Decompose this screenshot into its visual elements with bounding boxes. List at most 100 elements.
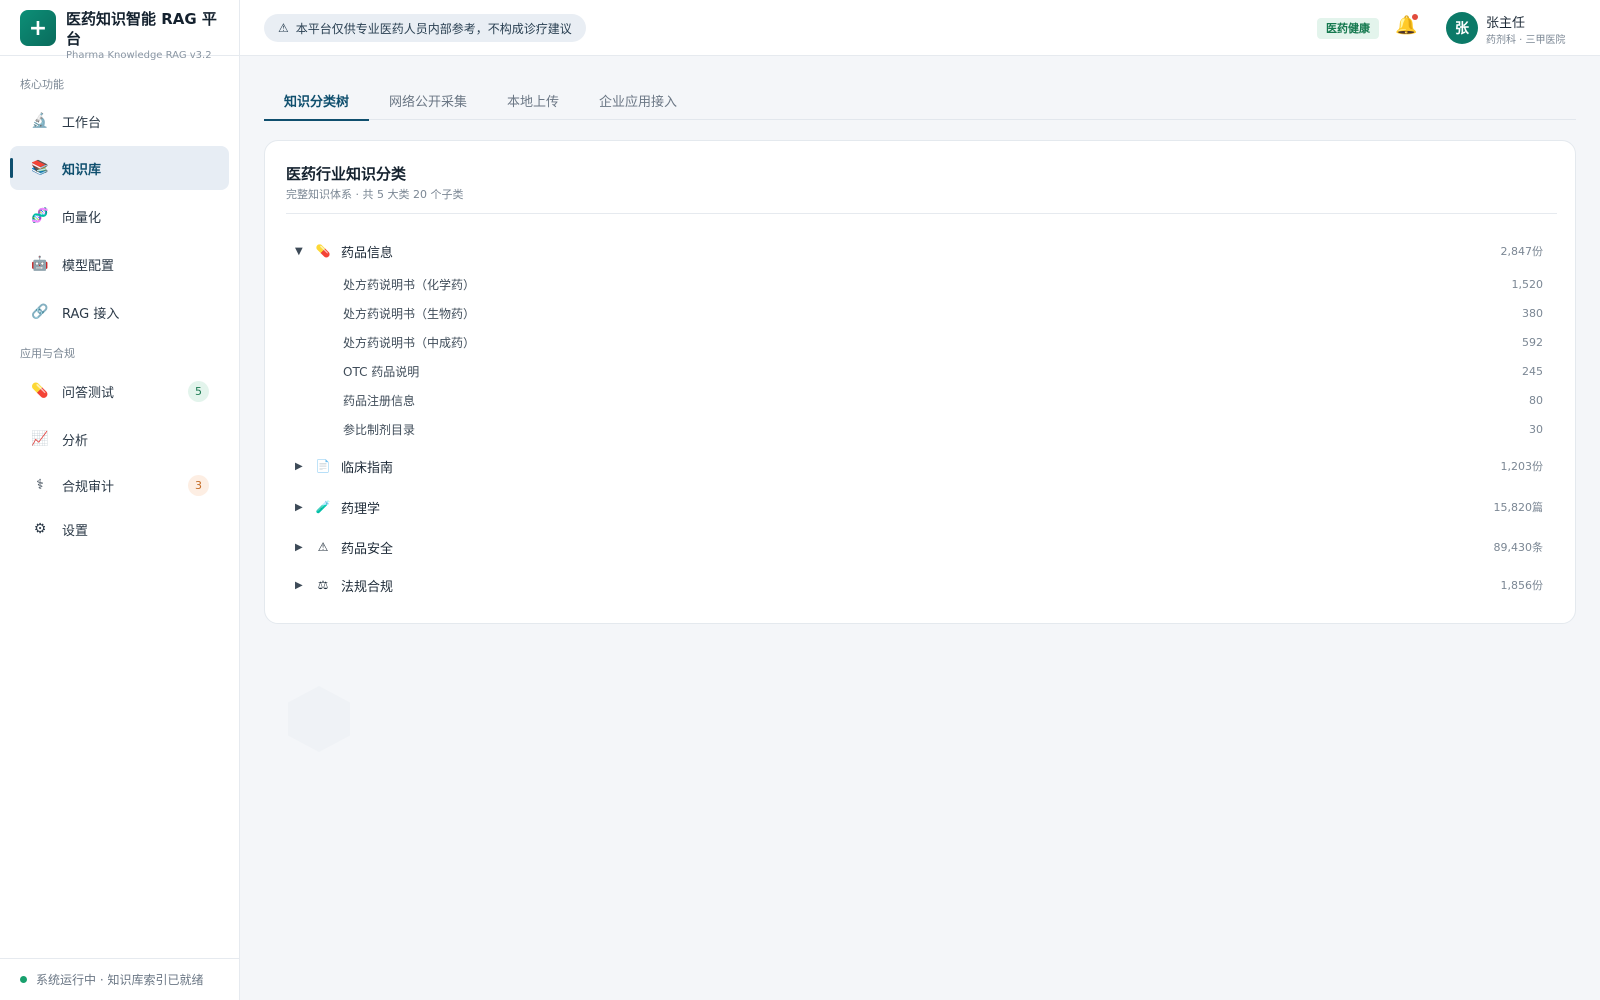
gear-icon: ⚙ xyxy=(33,521,47,537)
tree-node-count: 15,820篇 xyxy=(1493,501,1544,514)
chevron-right-icon[interactable]: ▶ xyxy=(295,461,309,472)
tree-node-count: 1,856份 xyxy=(1500,579,1544,592)
tree-node-clinical-guidelines[interactable]: ▶ 📄 临床指南 1,203份 xyxy=(295,453,1543,479)
sidebar-item-workbench[interactable]: 🔬 工作台 xyxy=(10,99,229,143)
sidebar-item-rag-access[interactable]: 🔗 RAG 接入 xyxy=(10,290,229,334)
system-status-text: 系统运行中 · 知识库索引已就绪 xyxy=(36,973,204,987)
tab-category-tree[interactable]: 知识分类树 xyxy=(264,80,370,121)
chart-icon: 📈 xyxy=(31,431,49,447)
tree-leaf-label: 药品注册信息 xyxy=(343,393,416,408)
tree-leaf[interactable]: OTC 药品说明 245 xyxy=(343,360,1543,382)
sidebar-item-analytics[interactable]: 📈 分析 xyxy=(10,417,229,461)
dna-icon: 🧬 xyxy=(31,208,49,224)
tree-leaf-label: OTC 药品说明 xyxy=(343,364,420,379)
pill-icon: 💊 xyxy=(31,383,49,399)
app-title: 医药知识智能 RAG 平台 xyxy=(66,10,217,48)
sidebar-item-label: 分析 xyxy=(62,433,89,449)
tree-node-label: 临床指南 xyxy=(341,460,394,476)
notification-dot xyxy=(1412,14,1418,20)
microscope-icon: 🔬 xyxy=(31,113,49,129)
sidebar: + 医药知识智能 RAG 平台 Pharma Knowledge RAG v3.… xyxy=(0,0,240,1000)
divider xyxy=(286,213,1557,214)
chevron-right-icon[interactable]: ▶ xyxy=(295,502,309,513)
nav-section-apps: 应用与合规 xyxy=(20,347,75,360)
tree-node-count: 2,847份 xyxy=(1500,245,1544,258)
sidebar-item-label: 工作台 xyxy=(62,115,102,131)
books-icon: 📚 xyxy=(31,160,49,176)
test-tube-icon: 🧪 xyxy=(315,500,331,514)
avatar[interactable]: 张 xyxy=(1446,12,1478,44)
tree-node-count: 89,430条 xyxy=(1493,541,1544,554)
chevron-right-icon[interactable]: ▶ xyxy=(295,580,309,591)
tree-node-drug-safety[interactable]: ▶ ⚠ 药品安全 89,430条 xyxy=(295,534,1543,560)
tab-web-crawl[interactable]: 网络公开采集 xyxy=(369,80,487,120)
robot-icon: 🤖 xyxy=(31,256,49,272)
tree-leaf-count: 380 xyxy=(1522,306,1543,320)
brand-logo-icon[interactable]: + xyxy=(20,10,56,46)
tree-node-label: 法规合规 xyxy=(341,579,394,595)
disclaimer-text: 本平台仅供专业医药人员内部参考，不构成诊疗建议 xyxy=(295,21,572,36)
sidebar-item-qa-test[interactable]: 💊 问答测试 5 xyxy=(10,369,229,413)
warning-icon: ⚠ xyxy=(317,540,329,554)
tree-leaf[interactable]: 药品注册信息 80 xyxy=(343,389,1543,411)
industry-tag: 医药健康 xyxy=(1317,18,1379,39)
tree-leaf-label: 处方药说明书（中成药） xyxy=(343,335,476,350)
app-subtitle: Pharma Knowledge RAG v3.2 xyxy=(66,50,212,61)
caduceus-icon: ⚕ xyxy=(36,477,44,493)
sidebar-item-vectorization[interactable]: 🧬 向量化 xyxy=(10,194,229,238)
sidebar-item-label: 问答测试 xyxy=(62,385,115,401)
tab-enterprise-integration[interactable]: 企业应用接入 xyxy=(579,80,697,120)
top-header: ⚠ 本平台仅供专业医药人员内部参考，不构成诊疗建议 医药健康 🔔 张 张主任 药… xyxy=(240,0,1600,56)
sidebar-item-label: 知识库 xyxy=(62,162,102,178)
status-dot-icon xyxy=(20,976,27,983)
bell-icon[interactable]: 🔔 xyxy=(1395,14,1419,39)
warning-icon: ⚠ xyxy=(278,21,289,35)
tree-node-label: 药品安全 xyxy=(341,541,394,557)
tree-leaf[interactable]: 处方药说明书（化学药） 1,520 xyxy=(343,273,1543,295)
scales-icon: ⚖ xyxy=(317,578,329,592)
tree-node-count: 1,203份 xyxy=(1500,460,1544,473)
tree-leaf-count: 592 xyxy=(1522,335,1543,349)
link-icon: 🔗 xyxy=(31,304,49,320)
chevron-down-icon[interactable]: ▼ xyxy=(295,246,309,257)
sidebar-item-knowledge-base[interactable]: 📚 知识库 xyxy=(10,146,229,190)
sidebar-item-label: 设置 xyxy=(62,523,89,539)
sidebar-item-settings[interactable]: ⚙ 设置 xyxy=(10,507,229,551)
tree-leaf-count: 30 xyxy=(1529,422,1543,436)
tree-node-regulatory-compliance[interactable]: ▶ ⚖ 法规合规 1,856份 xyxy=(295,572,1543,598)
tree-node-label: 药品信息 xyxy=(341,245,394,261)
tree-leaf[interactable]: 处方药说明书（生物药） 380 xyxy=(343,302,1543,324)
qa-test-count-badge: 5 xyxy=(188,381,209,402)
system-status: 系统运行中 · 知识库索引已就绪 xyxy=(0,958,239,1000)
knowledge-tabs: 知识分类树 网络公开采集 本地上传 企业应用接入 xyxy=(264,80,1576,121)
sidebar-item-label: 向量化 xyxy=(62,210,102,226)
user-name[interactable]: 张主任 xyxy=(1486,12,1525,31)
tree-node-pharmacology[interactable]: ▶ 🧪 药理学 15,820篇 xyxy=(295,494,1543,520)
tree-leaf-label: 处方药说明书（化学药） xyxy=(343,277,476,292)
brand: + 医药知识智能 RAG 平台 Pharma Knowledge RAG v3.… xyxy=(0,0,239,61)
document-icon: 📄 xyxy=(315,459,331,473)
card-title: 医药行业知识分类 xyxy=(286,165,407,183)
tree-leaf-count: 1,520 xyxy=(1511,277,1544,291)
pill-icon: 💊 xyxy=(315,244,331,258)
tree-leaf-count: 80 xyxy=(1529,393,1543,407)
chevron-right-icon[interactable]: ▶ xyxy=(295,542,309,553)
sidebar-item-label: 模型配置 xyxy=(62,258,115,274)
tree-leaf[interactable]: 参比制剂目录 30 xyxy=(343,418,1543,440)
compliance-audit-count-badge: 3 xyxy=(188,475,209,496)
tree-node-drug-info[interactable]: ▼ 💊 药品信息 2,847份 xyxy=(295,238,1543,264)
sidebar-item-model-config[interactable]: 🤖 模型配置 xyxy=(10,242,229,286)
sidebar-item-label: RAG 接入 xyxy=(62,306,120,322)
disclaimer-notice: ⚠ 本平台仅供专业医药人员内部参考，不构成诊疗建议 xyxy=(264,14,586,42)
tree-node-label: 药理学 xyxy=(341,501,381,517)
category-tree-card: 医药行业知识分类 完整知识体系 · 共 5 大类 20 个子类 ▼ 💊 药品信息… xyxy=(264,140,1576,624)
tree-leaf-label: 参比制剂目录 xyxy=(343,422,416,437)
tree-leaf-label: 处方药说明书（生物药） xyxy=(343,306,476,321)
tree-leaf[interactable]: 处方药说明书（中成药） 592 xyxy=(343,331,1543,353)
sidebar-item-compliance-audit[interactable]: ⚕ 合规审计 3 xyxy=(10,463,229,507)
nav-section-core: 核心功能 xyxy=(20,78,64,91)
background-hexagon-decoration xyxy=(288,686,350,752)
card-subtitle: 完整知识体系 · 共 5 大类 20 个子类 xyxy=(286,188,464,201)
sidebar-item-label: 合规审计 xyxy=(62,479,115,495)
tab-local-upload[interactable]: 本地上传 xyxy=(487,80,579,120)
